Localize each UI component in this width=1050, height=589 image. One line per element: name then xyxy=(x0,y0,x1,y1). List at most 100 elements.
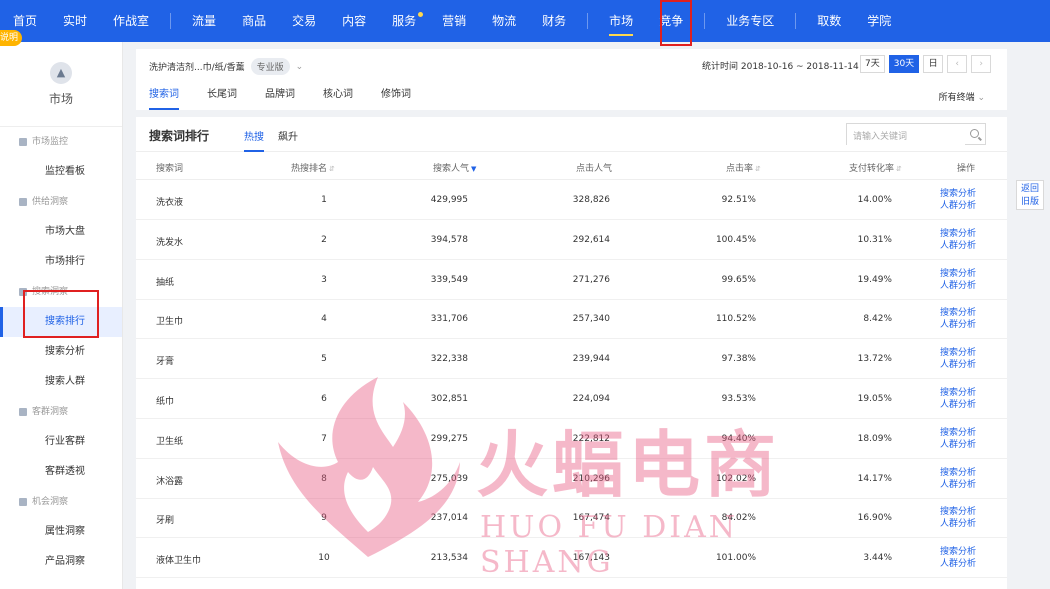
sidebar-item-2-2[interactable]: 搜索人群 xyxy=(0,367,122,397)
chevron-down-icon: ⌄ xyxy=(295,61,304,72)
nav-item-11[interactable]: 市场 xyxy=(596,0,646,42)
sidebar-group-3: 客群洞察 xyxy=(0,397,122,427)
nav-item-2[interactable]: 作战室 xyxy=(100,0,162,42)
nav-item-13[interactable]: 业务专区 xyxy=(713,0,787,42)
subtab-2[interactable]: 品牌词 xyxy=(265,86,309,110)
nav-item-12[interactable]: 竞争 xyxy=(646,0,696,42)
tab-rising[interactable]: 飙升 xyxy=(278,128,298,143)
sidebar-item-2-1[interactable]: 搜索分析 xyxy=(0,337,122,367)
sidebar-item-0-0[interactable]: 监控看板 xyxy=(0,157,122,187)
search-analysis-link[interactable]: 搜索分析 xyxy=(940,506,976,518)
explain-badge[interactable]: 说明 xyxy=(0,30,22,46)
sidebar-item-1-1[interactable]: 市场排行 xyxy=(0,247,122,277)
search-icon[interactable] xyxy=(970,129,979,138)
sidebar-group-2: 搜索洞察 xyxy=(0,277,122,307)
nav-item-15[interactable]: 学院 xyxy=(854,0,904,42)
col-keyword: 搜索词 xyxy=(156,164,184,174)
cell-keyword: 抽纸 xyxy=(156,277,175,288)
col-rank[interactable]: 热搜排名 ⇵ xyxy=(291,161,335,174)
nav-item-5[interactable]: 交易 xyxy=(279,0,329,42)
cell-click-pop: 292,614 xyxy=(572,234,610,245)
crowd-analysis-link[interactable]: 人群分析 xyxy=(940,240,976,252)
nav-separator xyxy=(795,13,797,29)
crowd-analysis-link[interactable]: 人群分析 xyxy=(940,280,976,292)
cell-cvr: 18.09% xyxy=(857,433,892,444)
range-buttons: 7天 30天日 ‹ › xyxy=(860,55,992,73)
keyword-search-input[interactable] xyxy=(847,127,965,147)
cell-cvr: 19.05% xyxy=(857,394,892,404)
crowd-analysis-link[interactable]: 人群分析 xyxy=(940,518,976,530)
cell-rank: 9 xyxy=(321,513,327,524)
cell-rank: 5 xyxy=(321,354,327,365)
sidebar-module-label: 市场 xyxy=(48,91,73,106)
sidebar-item-1-0[interactable]: 市场大盘 xyxy=(0,217,122,247)
row-actions: 搜索分析 人群分析 xyxy=(940,427,976,451)
cell-click-pop: 210,296 xyxy=(572,473,610,484)
nav-item-14[interactable]: 取数 xyxy=(804,0,854,42)
cell-ctr: 100.45% xyxy=(715,234,756,245)
top-nav: 首页 实时 作战室 流量 商品 交易 内容 服务 营销 物流 财务 市场 竞争 业务专区 取数 学院 xyxy=(0,0,1050,42)
row-actions: 搜索分析 人群分析 xyxy=(940,347,976,371)
search-analysis-link[interactable]: 搜索分析 xyxy=(940,467,976,479)
search-analysis-link[interactable]: 搜索分析 xyxy=(940,307,976,319)
subtab-0[interactable]: 搜索词 xyxy=(149,86,193,110)
search-analysis-link[interactable]: 搜索分析 xyxy=(940,427,976,439)
sidebar-group-label: 客群洞察 xyxy=(32,407,69,417)
cell-search-pop: 299,275 xyxy=(430,433,468,444)
col-ctr[interactable]: 点击率 ⇵ xyxy=(726,161,761,174)
cell-ctr: 92.51% xyxy=(721,195,756,205)
range-button-1[interactable]: 30天 xyxy=(888,55,920,73)
table-header: 搜索词 热搜排名 ⇵ 搜索人气 ▼ 点击人气 点击率 ⇵ 支付转化率 ⇵ 操作 xyxy=(136,152,1007,180)
cell-ctr: 99.65% xyxy=(721,274,756,285)
crowd-analysis-link[interactable]: 人群分析 xyxy=(940,439,976,451)
search-analysis-link[interactable]: 搜索分析 xyxy=(940,347,976,359)
sort-icon: ⇵ xyxy=(329,165,335,173)
col-rank-label: 热搜排名 xyxy=(291,164,328,174)
nav-item-9[interactable]: 物流 xyxy=(479,0,529,42)
crowd-analysis-link[interactable]: 人群分析 xyxy=(940,319,976,331)
col-search-pop[interactable]: 搜索人气 ▼ xyxy=(433,161,476,174)
sidebar: ▲ 市场 市场监控 监控看板 供给洞察 市场大盘 市场排行 搜索洞察 搜索排行 搜索分析 搜索人… xyxy=(0,42,123,589)
cell-rank: 8 xyxy=(321,473,327,484)
category-selector[interactable]: 洗护清洁剂...巾/纸/香薰 专业版 ⌄ xyxy=(149,58,303,75)
sidebar-item-4-0[interactable]: 属性洞察 xyxy=(0,517,122,547)
crowd-analysis-link[interactable]: 人群分析 xyxy=(940,200,976,212)
terminal-selector[interactable]: 所有终端 ⌄ xyxy=(939,90,985,103)
nav-item-7[interactable]: 服务 xyxy=(379,0,429,42)
search-analysis-link[interactable]: 搜索分析 xyxy=(940,268,976,280)
cell-keyword: 纸巾 xyxy=(156,397,175,407)
tab-hot-search[interactable]: 热搜 xyxy=(244,128,264,152)
nav-item-1[interactable]: 实时 xyxy=(50,0,100,42)
cell-ctr: 97.38% xyxy=(721,354,756,365)
crowd-analysis-link[interactable]: 人群分析 xyxy=(940,479,976,491)
sidebar-item-4-1[interactable]: 产品洞察 xyxy=(0,547,122,577)
nav-item-3[interactable]: 流量 xyxy=(179,0,229,42)
crowd-analysis-link[interactable]: 人群分析 xyxy=(940,558,976,570)
next-period-button[interactable]: › xyxy=(971,55,992,73)
cell-rank: 4 xyxy=(321,314,327,325)
search-analysis-link[interactable]: 搜索分析 xyxy=(940,228,976,240)
sidebar-item-3-1[interactable]: 客群透视 xyxy=(0,457,122,487)
subtab-4[interactable]: 修饰词 xyxy=(381,86,425,110)
subtab-3[interactable]: 核心词 xyxy=(323,86,367,110)
sidebar-item-3-0[interactable]: 行业客群 xyxy=(0,427,122,457)
nav-item-4[interactable]: 商品 xyxy=(229,0,279,42)
nav-item-8[interactable]: 营销 xyxy=(429,0,479,42)
subtab-1[interactable]: 长尾词 xyxy=(207,86,251,110)
range-button-2[interactable]: 日 xyxy=(923,55,944,73)
cell-search-pop: 237,014 xyxy=(430,513,468,524)
crowd-analysis-link[interactable]: 人群分析 xyxy=(940,399,976,411)
cell-search-pop: 302,851 xyxy=(430,394,468,404)
search-analysis-link[interactable]: 搜索分析 xyxy=(940,387,976,399)
range-button-0[interactable]: 7天 xyxy=(860,55,885,73)
nav-item-10[interactable]: 财务 xyxy=(529,0,579,42)
back-to-old-version-button[interactable]: 返回 旧版 xyxy=(1016,180,1044,210)
sidebar-item-2-0[interactable]: 搜索排行 xyxy=(0,307,122,337)
nav-item-6[interactable]: 内容 xyxy=(329,0,379,42)
cell-search-pop: 322,338 xyxy=(430,354,468,365)
prev-period-button[interactable]: ‹ xyxy=(947,55,968,73)
col-cvr[interactable]: 支付转化率 ⇵ xyxy=(849,161,902,174)
search-analysis-link[interactable]: 搜索分析 xyxy=(940,546,976,558)
search-analysis-link[interactable]: 搜索分析 xyxy=(940,188,976,200)
crowd-analysis-link[interactable]: 人群分析 xyxy=(940,359,976,371)
